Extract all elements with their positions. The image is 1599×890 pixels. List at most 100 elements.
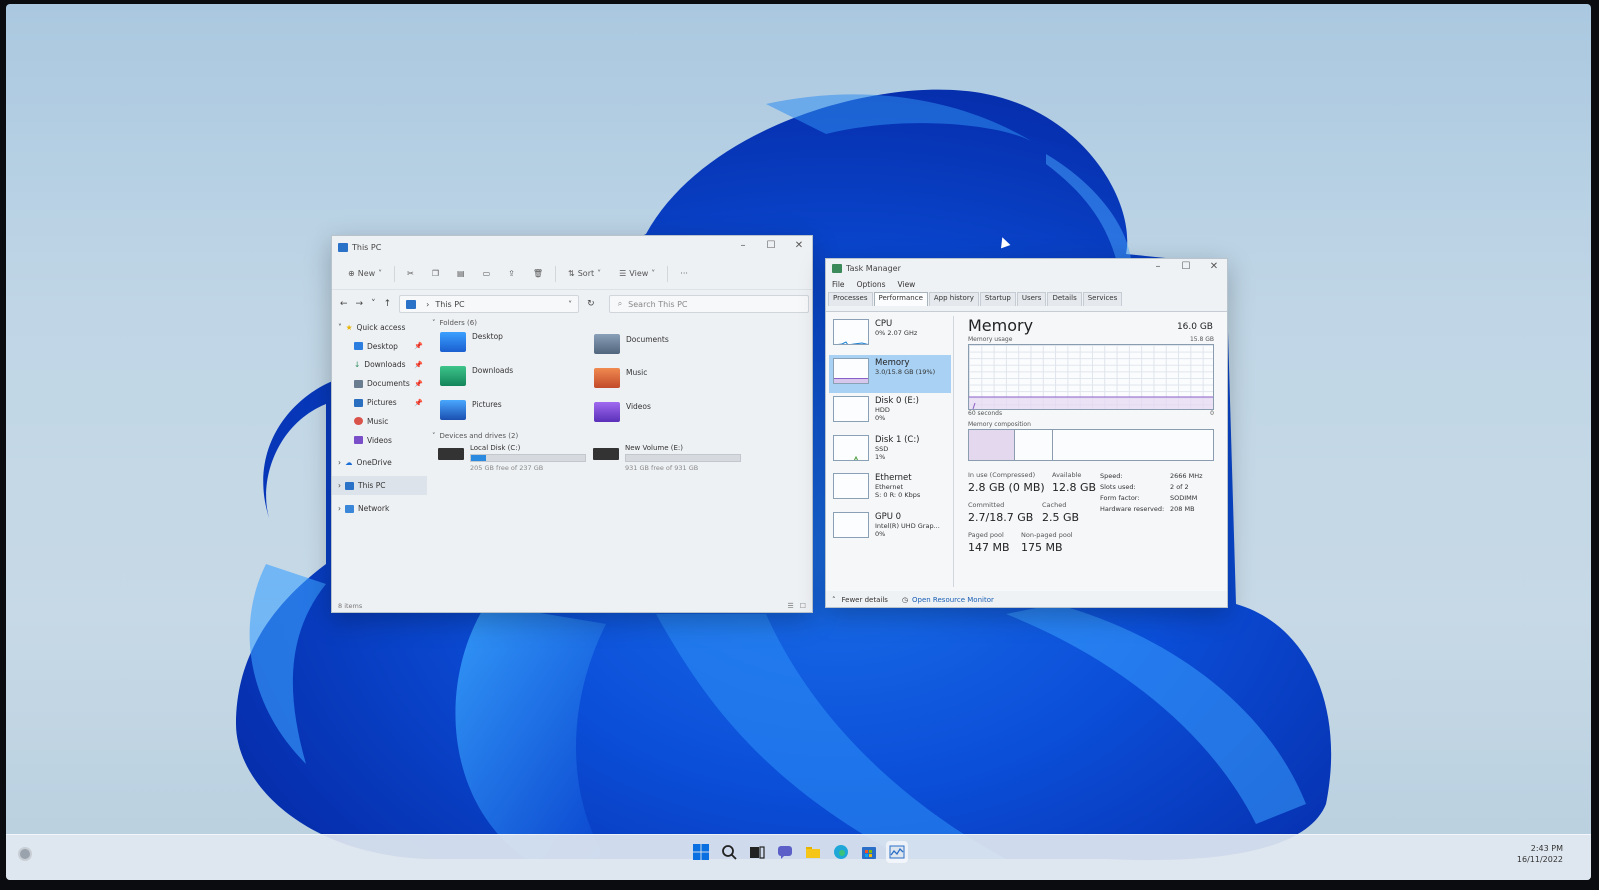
forward-arrow-icon[interactable]: → [356, 299, 364, 309]
ethernet-mini-graph [833, 473, 869, 499]
tab-app-history[interactable]: App history [928, 292, 979, 306]
nav-desktop[interactable]: Desktop 📌 [332, 337, 427, 356]
edge-button[interactable] [830, 841, 852, 863]
nav-network[interactable]: › Network [332, 499, 427, 518]
resource-memory[interactable]: Memory 3.0/15.8 GB (19%) [829, 354, 951, 393]
music-icon [354, 417, 363, 426]
nav-documents[interactable]: Documents 📌 [332, 374, 427, 393]
resource-cpu[interactable]: CPU 0% 2.07 GHz [829, 316, 951, 355]
chat-button[interactable] [774, 841, 796, 863]
folder-desktop[interactable]: Desktop [440, 332, 503, 352]
tab-users[interactable]: Users [1016, 292, 1047, 306]
drive-icon [593, 448, 619, 460]
chevron-right-icon: › [338, 458, 341, 468]
chevron-right-icon: › [338, 481, 341, 491]
cached-value: 2.5 GB [1042, 511, 1080, 524]
nav-quick-access[interactable]: ˅ ★ Quick access [332, 318, 427, 337]
tab-services[interactable]: Services [1082, 292, 1123, 306]
view-button[interactable]: ☰ View ˅ [613, 266, 661, 281]
folder-music[interactable]: Music [594, 368, 647, 388]
store-button[interactable] [858, 841, 880, 863]
chevron-down-icon[interactable]: ˅ [568, 300, 572, 309]
search-input[interactable]: ⌕ Search This PC [608, 295, 809, 313]
back-arrow-icon[interactable]: ← [340, 299, 348, 309]
copy-button[interactable]: ❐ [426, 266, 445, 281]
nav-pictures[interactable]: Pictures 📌 [332, 393, 427, 412]
resource-gpu-0[interactable]: GPU 0 Intel(R) UHD Grap... 0% [829, 509, 951, 548]
status-bar-text: 8 items [338, 602, 363, 610]
rename-button[interactable]: ▭ [477, 266, 497, 281]
drive-usage-bar [470, 454, 586, 462]
nav-videos[interactable]: Videos [332, 431, 427, 450]
close-button[interactable]: ✕ [794, 240, 804, 251]
axis-zero-label: 0 [1210, 410, 1214, 417]
nav-this-pc[interactable]: › This PC [332, 476, 427, 496]
cut-button[interactable]: ✂ [401, 266, 420, 281]
fewer-details-button[interactable]: ˄ Fewer details [832, 596, 888, 604]
drive-c[interactable]: Local Disk (C:) 205 GB free of 237 GB [438, 444, 586, 472]
tab-processes[interactable]: Processes [828, 292, 873, 306]
available-value: 12.8 GB [1052, 481, 1097, 494]
share-button[interactable]: ⇪ [502, 266, 521, 281]
chevron-down-icon: ˅ [651, 269, 656, 278]
close-button[interactable]: ✕ [1209, 261, 1219, 272]
refresh-icon[interactable]: ↻ [587, 299, 595, 309]
up-arrow-icon[interactable]: ↑ [384, 299, 392, 309]
maximize-button[interactable]: ☐ [1181, 261, 1191, 272]
non-paged-pool-label: Non-paged pool [1021, 531, 1073, 539]
maximize-button[interactable]: ☐ [766, 240, 776, 251]
taskbar: 2:43 PM 16/11/2022 [6, 834, 1591, 880]
folders-header[interactable]: ˅ Folders (6) [432, 317, 812, 329]
file-explorer-window: This PC – ☐ ✕ ⊕ New ˅ ✂ ❐ ▤ ▭ ⇪ 🗑 ⇅ Sort ˅ ☰… [331, 235, 813, 613]
chat-icon [778, 846, 792, 859]
resource-disk-0[interactable]: Disk 0 (E:) HDD 0% [829, 393, 951, 432]
nav-onedrive[interactable]: › ☁ OneDrive [332, 454, 427, 473]
tiles-view-icon[interactable]: ☐ [800, 602, 806, 610]
delete-button[interactable]: 🗑 [527, 266, 549, 281]
start-button[interactable] [690, 841, 712, 863]
network-icon [345, 504, 354, 513]
panel-divider [953, 316, 954, 587]
task-manager-icon [889, 845, 905, 859]
tab-performance[interactable]: Performance [873, 292, 928, 306]
tab-startup[interactable]: Startup [979, 292, 1016, 306]
folder-downloads[interactable]: Downloads [440, 366, 513, 386]
this-pc-icon [345, 481, 354, 490]
minimize-button[interactable]: – [738, 240, 748, 251]
minimize-button[interactable]: – [1153, 261, 1163, 272]
taskbar-clock[interactable]: 2:43 PM 16/11/2022 [1517, 843, 1563, 865]
resource-ethernet[interactable]: Ethernet Ethernet S: 0 R: 0 Kbps [829, 470, 951, 509]
navigation-pane: ˅ ★ Quick access Desktop 📌 ↓ Downloads 📌 Docu… [332, 318, 427, 598]
file-explorer-button[interactable] [802, 841, 824, 863]
nav-music[interactable]: Music [332, 412, 427, 431]
folder-pictures[interactable]: Pictures [440, 400, 502, 420]
resource-disk-1[interactable]: Disk 1 (C:) SSD 1% [829, 432, 951, 471]
details-view-icon[interactable]: ☰ [787, 602, 793, 610]
scissors-icon: ✂ [407, 269, 414, 278]
paste-button[interactable]: ▤ [451, 266, 471, 281]
recent-chevron-icon[interactable]: ˅ [371, 299, 376, 309]
open-resource-monitor-link[interactable]: ◷ Open Resource Monitor [902, 596, 994, 604]
menu-file[interactable]: File [832, 280, 845, 289]
folder-documents[interactable]: Documents [594, 334, 669, 354]
search-button[interactable] [718, 841, 740, 863]
new-button[interactable]: ⊕ New ˅ [342, 266, 388, 281]
disk-1-sparkline [853, 455, 859, 460]
available-label: Available [1052, 471, 1082, 479]
menu-view[interactable]: View [898, 280, 916, 289]
drive-e[interactable]: New Volume (E:) 931 GB free of 931 GB [593, 444, 741, 472]
more-options-button[interactable]: ··· [674, 266, 694, 281]
non-paged-pool-value: 175 MB [1021, 541, 1063, 554]
nav-downloads[interactable]: ↓ Downloads 📌 [332, 356, 427, 375]
widgets-icon[interactable] [18, 847, 32, 861]
clipboard-icon: ▤ [457, 269, 465, 278]
menu-options[interactable]: Options [857, 280, 886, 289]
task-view-button[interactable] [746, 841, 768, 863]
sort-button[interactable]: ⇅ Sort ˅ [562, 266, 607, 281]
folder-videos[interactable]: Videos [594, 402, 651, 422]
address-bar[interactable]: › This PC ˅ [399, 295, 580, 313]
tab-details[interactable]: Details [1047, 292, 1082, 306]
drives-header[interactable]: ˅ Devices and drives (2) [432, 430, 518, 442]
task-manager-taskbar-button[interactable] [886, 841, 908, 863]
copy-icon: ❐ [431, 269, 440, 278]
